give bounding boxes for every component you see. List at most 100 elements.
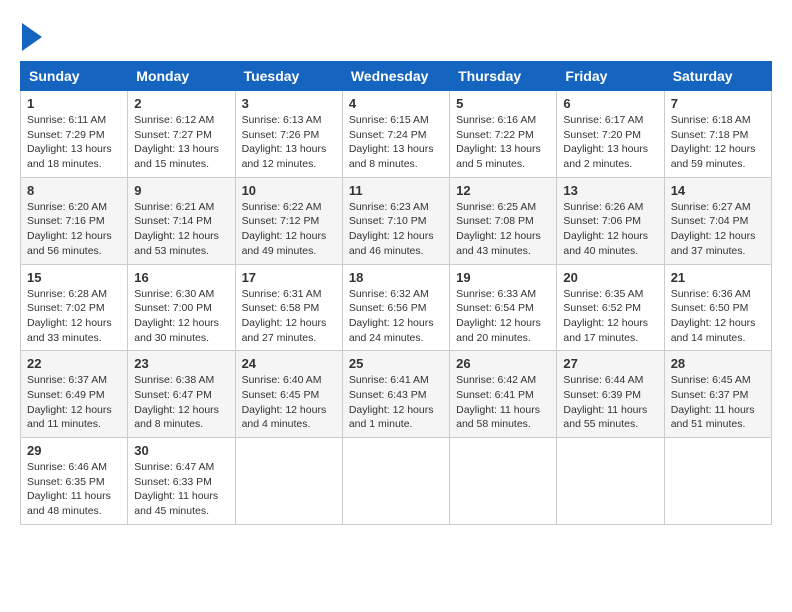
calendar-header-wednesday: Wednesday <box>342 62 449 91</box>
calendar-week-5: 29 Sunrise: 6:46 AM Sunset: 6:35 PM Dayl… <box>21 438 772 525</box>
day-info: Sunrise: 6:28 AM Sunset: 7:02 PM Dayligh… <box>27 287 121 346</box>
calendar-header-tuesday: Tuesday <box>235 62 342 91</box>
calendar-header-sunday: Sunday <box>21 62 128 91</box>
calendar-cell: 29 Sunrise: 6:46 AM Sunset: 6:35 PM Dayl… <box>21 438 128 525</box>
day-info: Sunrise: 6:41 AM Sunset: 6:43 PM Dayligh… <box>349 373 443 432</box>
day-info: Sunrise: 6:13 AM Sunset: 7:26 PM Dayligh… <box>242 113 336 172</box>
day-number: 21 <box>671 270 765 285</box>
day-info: Sunrise: 6:16 AM Sunset: 7:22 PM Dayligh… <box>456 113 550 172</box>
day-info: Sunrise: 6:38 AM Sunset: 6:47 PM Dayligh… <box>134 373 228 432</box>
day-number: 11 <box>349 183 443 198</box>
day-number: 13 <box>563 183 657 198</box>
calendar-cell: 1 Sunrise: 6:11 AM Sunset: 7:29 PM Dayli… <box>21 91 128 178</box>
day-number: 22 <box>27 356 121 371</box>
day-info: Sunrise: 6:35 AM Sunset: 6:52 PM Dayligh… <box>563 287 657 346</box>
day-number: 3 <box>242 96 336 111</box>
calendar-cell: 19 Sunrise: 6:33 AM Sunset: 6:54 PM Dayl… <box>450 264 557 351</box>
day-info: Sunrise: 6:45 AM Sunset: 6:37 PM Dayligh… <box>671 373 765 432</box>
day-number: 26 <box>456 356 550 371</box>
day-number: 2 <box>134 96 228 111</box>
calendar-cell: 25 Sunrise: 6:41 AM Sunset: 6:43 PM Dayl… <box>342 351 449 438</box>
logo-arrow-icon <box>22 23 42 51</box>
calendar-cell: 12 Sunrise: 6:25 AM Sunset: 7:08 PM Dayl… <box>450 177 557 264</box>
day-info: Sunrise: 6:32 AM Sunset: 6:56 PM Dayligh… <box>349 287 443 346</box>
calendar-header-row: SundayMondayTuesdayWednesdayThursdayFrid… <box>21 62 772 91</box>
day-number: 20 <box>563 270 657 285</box>
day-info: Sunrise: 6:11 AM Sunset: 7:29 PM Dayligh… <box>27 113 121 172</box>
calendar-cell: 6 Sunrise: 6:17 AM Sunset: 7:20 PM Dayli… <box>557 91 664 178</box>
calendar-week-4: 22 Sunrise: 6:37 AM Sunset: 6:49 PM Dayl… <box>21 351 772 438</box>
day-info: Sunrise: 6:37 AM Sunset: 6:49 PM Dayligh… <box>27 373 121 432</box>
day-info: Sunrise: 6:36 AM Sunset: 6:50 PM Dayligh… <box>671 287 765 346</box>
calendar-cell <box>450 438 557 525</box>
day-info: Sunrise: 6:15 AM Sunset: 7:24 PM Dayligh… <box>349 113 443 172</box>
calendar-header-monday: Monday <box>128 62 235 91</box>
calendar-cell: 21 Sunrise: 6:36 AM Sunset: 6:50 PM Dayl… <box>664 264 771 351</box>
calendar-cell: 30 Sunrise: 6:47 AM Sunset: 6:33 PM Dayl… <box>128 438 235 525</box>
day-number: 14 <box>671 183 765 198</box>
day-info: Sunrise: 6:44 AM Sunset: 6:39 PM Dayligh… <box>563 373 657 432</box>
calendar-table: SundayMondayTuesdayWednesdayThursdayFrid… <box>20 61 772 525</box>
day-number: 12 <box>456 183 550 198</box>
calendar-week-2: 8 Sunrise: 6:20 AM Sunset: 7:16 PM Dayli… <box>21 177 772 264</box>
calendar-cell: 18 Sunrise: 6:32 AM Sunset: 6:56 PM Dayl… <box>342 264 449 351</box>
calendar-cell: 23 Sunrise: 6:38 AM Sunset: 6:47 PM Dayl… <box>128 351 235 438</box>
calendar-cell: 10 Sunrise: 6:22 AM Sunset: 7:12 PM Dayl… <box>235 177 342 264</box>
day-number: 10 <box>242 183 336 198</box>
calendar-cell: 24 Sunrise: 6:40 AM Sunset: 6:45 PM Dayl… <box>235 351 342 438</box>
calendar-cell: 20 Sunrise: 6:35 AM Sunset: 6:52 PM Dayl… <box>557 264 664 351</box>
day-number: 18 <box>349 270 443 285</box>
day-number: 27 <box>563 356 657 371</box>
calendar-cell: 28 Sunrise: 6:45 AM Sunset: 6:37 PM Dayl… <box>664 351 771 438</box>
calendar-cell: 22 Sunrise: 6:37 AM Sunset: 6:49 PM Dayl… <box>21 351 128 438</box>
calendar-cell: 27 Sunrise: 6:44 AM Sunset: 6:39 PM Dayl… <box>557 351 664 438</box>
day-info: Sunrise: 6:20 AM Sunset: 7:16 PM Dayligh… <box>27 200 121 259</box>
day-info: Sunrise: 6:25 AM Sunset: 7:08 PM Dayligh… <box>456 200 550 259</box>
day-number: 9 <box>134 183 228 198</box>
calendar-cell: 11 Sunrise: 6:23 AM Sunset: 7:10 PM Dayl… <box>342 177 449 264</box>
calendar-cell: 17 Sunrise: 6:31 AM Sunset: 6:58 PM Dayl… <box>235 264 342 351</box>
day-number: 25 <box>349 356 443 371</box>
calendar-cell: 13 Sunrise: 6:26 AM Sunset: 7:06 PM Dayl… <box>557 177 664 264</box>
day-number: 17 <box>242 270 336 285</box>
calendar-cell: 7 Sunrise: 6:18 AM Sunset: 7:18 PM Dayli… <box>664 91 771 178</box>
calendar-header-thursday: Thursday <box>450 62 557 91</box>
calendar-cell: 2 Sunrise: 6:12 AM Sunset: 7:27 PM Dayli… <box>128 91 235 178</box>
day-number: 24 <box>242 356 336 371</box>
day-number: 15 <box>27 270 121 285</box>
day-number: 30 <box>134 443 228 458</box>
day-info: Sunrise: 6:26 AM Sunset: 7:06 PM Dayligh… <box>563 200 657 259</box>
calendar-cell <box>342 438 449 525</box>
calendar-week-3: 15 Sunrise: 6:28 AM Sunset: 7:02 PM Dayl… <box>21 264 772 351</box>
day-info: Sunrise: 6:17 AM Sunset: 7:20 PM Dayligh… <box>563 113 657 172</box>
calendar-cell: 8 Sunrise: 6:20 AM Sunset: 7:16 PM Dayli… <box>21 177 128 264</box>
day-number: 16 <box>134 270 228 285</box>
calendar-cell: 9 Sunrise: 6:21 AM Sunset: 7:14 PM Dayli… <box>128 177 235 264</box>
day-number: 19 <box>456 270 550 285</box>
calendar-cell: 5 Sunrise: 6:16 AM Sunset: 7:22 PM Dayli… <box>450 91 557 178</box>
day-number: 23 <box>134 356 228 371</box>
day-info: Sunrise: 6:21 AM Sunset: 7:14 PM Dayligh… <box>134 200 228 259</box>
day-info: Sunrise: 6:22 AM Sunset: 7:12 PM Dayligh… <box>242 200 336 259</box>
day-number: 7 <box>671 96 765 111</box>
day-info: Sunrise: 6:18 AM Sunset: 7:18 PM Dayligh… <box>671 113 765 172</box>
day-number: 1 <box>27 96 121 111</box>
calendar-week-1: 1 Sunrise: 6:11 AM Sunset: 7:29 PM Dayli… <box>21 91 772 178</box>
day-info: Sunrise: 6:27 AM Sunset: 7:04 PM Dayligh… <box>671 200 765 259</box>
day-number: 5 <box>456 96 550 111</box>
day-number: 28 <box>671 356 765 371</box>
logo <box>20 20 42 51</box>
day-info: Sunrise: 6:31 AM Sunset: 6:58 PM Dayligh… <box>242 287 336 346</box>
day-info: Sunrise: 6:23 AM Sunset: 7:10 PM Dayligh… <box>349 200 443 259</box>
calendar-cell <box>557 438 664 525</box>
day-info: Sunrise: 6:12 AM Sunset: 7:27 PM Dayligh… <box>134 113 228 172</box>
calendar-cell: 4 Sunrise: 6:15 AM Sunset: 7:24 PM Dayli… <box>342 91 449 178</box>
calendar-cell <box>235 438 342 525</box>
calendar-cell <box>664 438 771 525</box>
day-number: 29 <box>27 443 121 458</box>
day-info: Sunrise: 6:33 AM Sunset: 6:54 PM Dayligh… <box>456 287 550 346</box>
calendar-cell: 16 Sunrise: 6:30 AM Sunset: 7:00 PM Dayl… <box>128 264 235 351</box>
calendar-header-saturday: Saturday <box>664 62 771 91</box>
calendar-header-friday: Friday <box>557 62 664 91</box>
calendar-cell: 3 Sunrise: 6:13 AM Sunset: 7:26 PM Dayli… <box>235 91 342 178</box>
